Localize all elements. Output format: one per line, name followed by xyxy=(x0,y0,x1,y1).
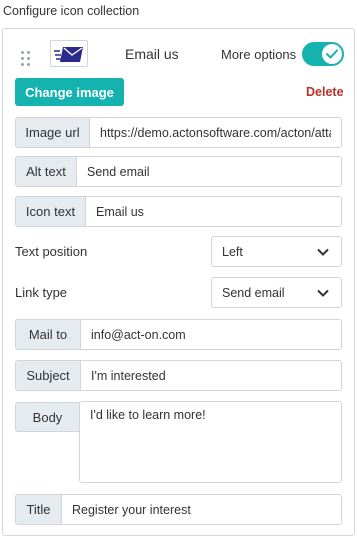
mail-to-input[interactable] xyxy=(81,320,341,349)
more-options-label: More options xyxy=(221,47,297,62)
mail-to-field: Mail to xyxy=(15,319,342,350)
alt-text-input[interactable] xyxy=(77,157,341,186)
title-field: Title xyxy=(15,494,342,525)
icon-text-label: Icon text xyxy=(16,197,86,226)
panel-title: Configure icon collection xyxy=(3,4,140,18)
subject-input[interactable] xyxy=(81,361,341,390)
image-url-field: Image url xyxy=(15,117,342,148)
toggle-knob xyxy=(322,44,342,64)
body-textarea[interactable]: I'd like to learn more! xyxy=(79,401,342,483)
body-label-column: Body xyxy=(15,402,80,484)
more-options-toggle[interactable] xyxy=(302,42,344,66)
subject-field: Subject xyxy=(15,360,342,391)
icon-thumbnail[interactable] xyxy=(50,40,88,67)
title-label: Title xyxy=(16,495,62,524)
item-name: Email us xyxy=(125,46,179,62)
body-field: Body I'd like to learn more! xyxy=(15,401,342,484)
link-type-select[interactable]: Send email xyxy=(211,277,342,308)
drag-handle-icon[interactable] xyxy=(21,51,31,67)
text-position-value: Left xyxy=(222,244,243,259)
chevron-down-icon xyxy=(317,289,329,297)
image-url-input[interactable] xyxy=(90,118,341,147)
alt-text-field: Alt text xyxy=(15,156,342,187)
link-type-label: Link type xyxy=(15,285,68,300)
chevron-down-icon xyxy=(317,248,329,256)
change-image-button[interactable]: Change image xyxy=(15,78,124,106)
subject-label: Subject xyxy=(16,361,81,390)
delete-link[interactable]: Delete xyxy=(306,85,344,99)
email-envelope-icon xyxy=(54,47,83,62)
body-label: Body xyxy=(15,402,80,432)
icon-text-field: Icon text xyxy=(15,196,342,227)
icon-text-input[interactable] xyxy=(86,197,341,226)
image-url-label: Image url xyxy=(16,118,90,147)
mail-to-label: Mail to xyxy=(16,320,81,349)
alt-text-label: Alt text xyxy=(16,157,77,186)
title-input[interactable] xyxy=(62,495,341,524)
link-type-value: Send email xyxy=(222,285,285,300)
text-position-label: Text position xyxy=(15,244,88,259)
check-icon xyxy=(326,49,338,59)
text-position-select[interactable]: Left xyxy=(211,236,342,267)
